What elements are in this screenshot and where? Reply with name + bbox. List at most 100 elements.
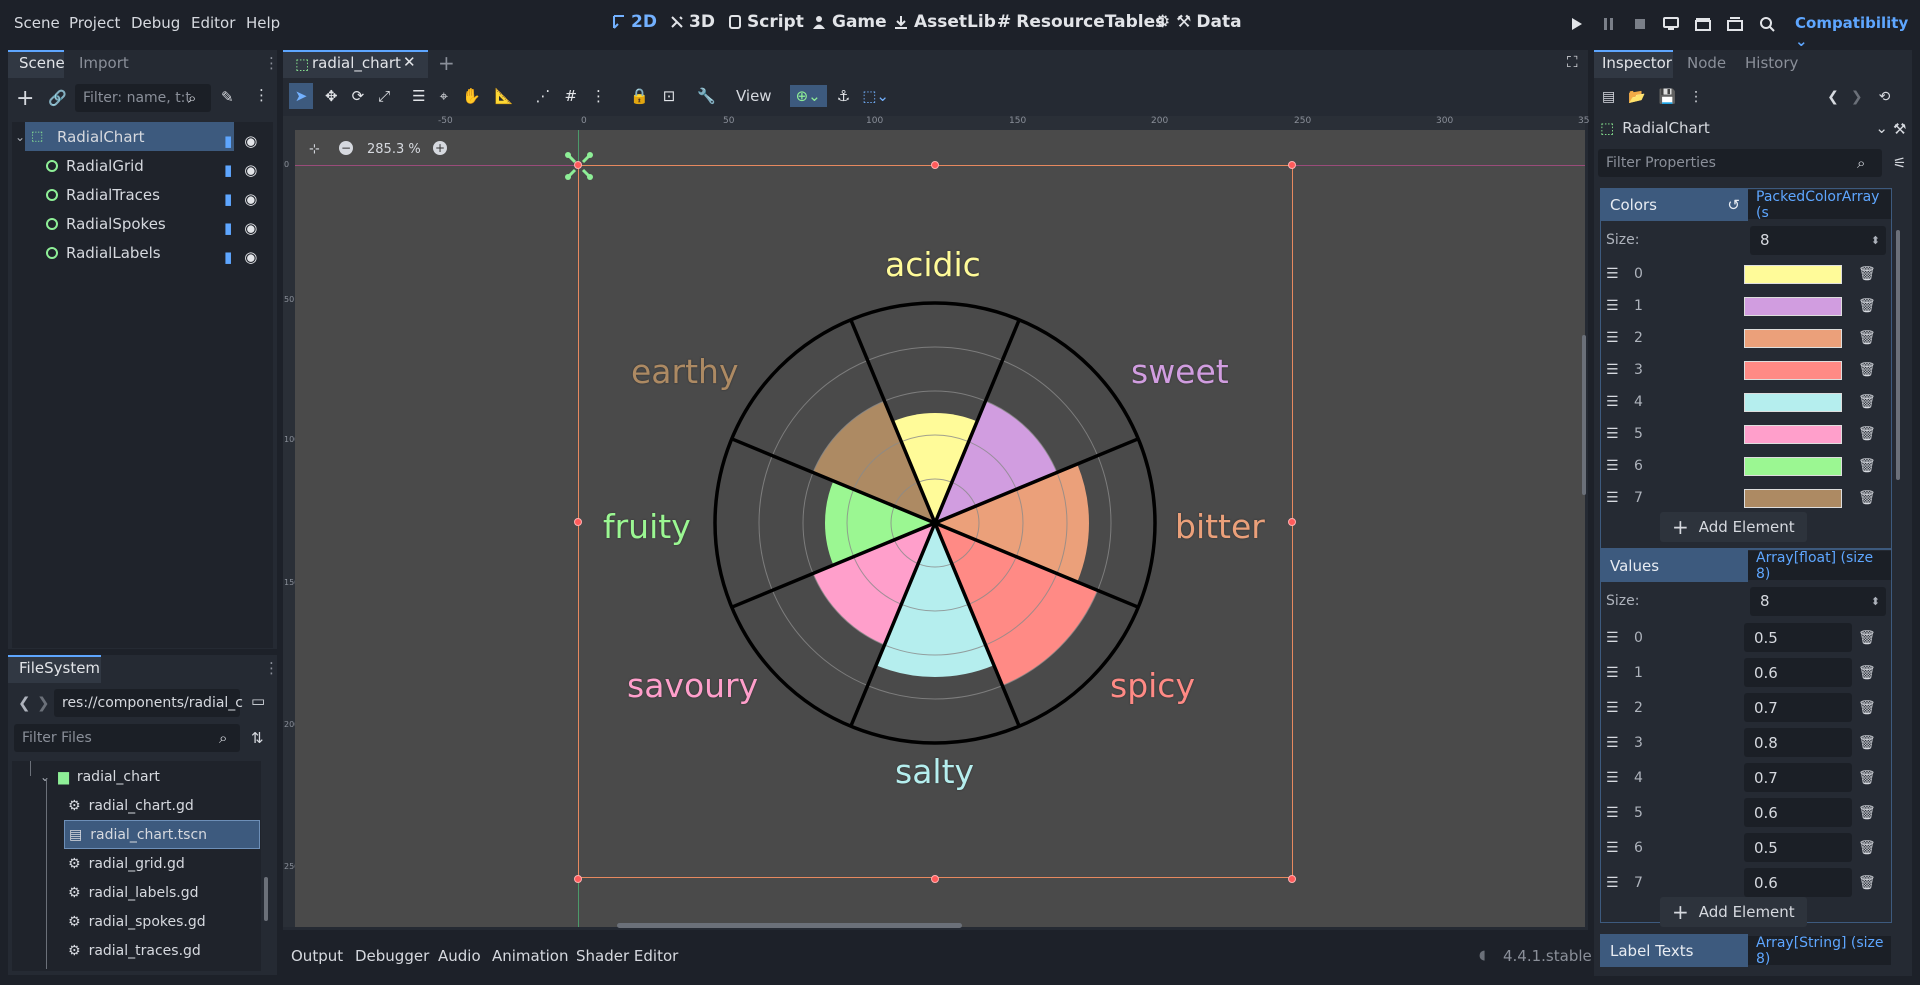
colors-value-link[interactable]: PackedColorArray (s	[1748, 189, 1891, 221]
trash-icon[interactable]: 🗑	[1858, 805, 1876, 821]
tab-node[interactable]: Node	[1687, 54, 1726, 72]
drag-handle-icon[interactable]: ☰	[1606, 805, 1634, 821]
menu-editor[interactable]: Editor	[191, 14, 235, 32]
script-icon[interactable]: ▮	[224, 248, 232, 266]
canvas-hscrollbar[interactable]	[617, 923, 962, 928]
center-view-icon[interactable]: ⊹	[309, 142, 320, 157]
scale-tool-icon[interactable]: ⤢	[378, 87, 390, 105]
expand-arrow-icon[interactable]: ⌄	[15, 130, 25, 144]
resource-options-icon[interactable]: ⋮	[1689, 89, 1703, 105]
filesystem-path-input[interactable]: res://components/radial_c	[54, 689, 243, 717]
file-radial-chart-tscn[interactable]: ▤ radial_chart.tscn	[64, 820, 260, 849]
workspace-resourcetables-button[interactable]: # ResourceTables	[997, 12, 1165, 32]
tab-filesystem[interactable]: FileSystem	[19, 659, 100, 677]
resize-handle-bottom-right[interactable]	[1288, 875, 1296, 883]
menu-project[interactable]: Project	[69, 14, 120, 32]
renderer-selector[interactable]: Compatibility ⌄	[1795, 14, 1920, 50]
drag-handle-icon[interactable]: ☰	[1606, 770, 1634, 786]
workspace-2d-button[interactable]: 2D	[612, 12, 657, 32]
trash-icon[interactable]: 🗑	[1858, 298, 1876, 314]
snap-options-icon[interactable]: ⋮	[591, 87, 606, 105]
canvas-viewport[interactable]: ⊹ − 285.3 % + acidic sweet bitter spicy …	[295, 130, 1585, 927]
back-icon[interactable]: ❮	[18, 694, 31, 712]
anchor-gizmo-icon[interactable]	[563, 150, 595, 182]
revert-icon[interactable]: ↺	[1727, 196, 1740, 214]
drag-handle-icon[interactable]: ☰	[1606, 458, 1634, 474]
value-input[interactable]: 0.5	[1744, 623, 1852, 652]
movie-maker-button[interactable]	[1756, 13, 1778, 35]
save-resource-icon[interactable]: 💾	[1659, 89, 1676, 105]
lock-icon[interactable]: 🔒	[630, 87, 649, 105]
trash-icon[interactable]: 🗑	[1858, 770, 1876, 786]
menu-debug[interactable]: Debug	[131, 14, 180, 32]
trash-icon[interactable]: 🗑	[1858, 490, 1876, 506]
view-menu[interactable]: View	[736, 87, 772, 105]
scene-options-icon[interactable]: ⋮	[254, 86, 269, 104]
colors-add-element-button[interactable]: + Add Element	[1660, 512, 1807, 542]
tab-history[interactable]: History	[1745, 54, 1798, 72]
tab-audio[interactable]: Audio	[438, 947, 481, 965]
sort-icon[interactable]: ⇅	[251, 729, 264, 747]
filesystem-filter-input[interactable]: Filter Files	[14, 724, 240, 752]
value-input[interactable]: 0.7	[1744, 763, 1852, 792]
open-resource-icon[interactable]: 📂	[1628, 89, 1645, 105]
workspace-script-button[interactable]: Script	[728, 12, 804, 32]
values-add-element-button[interactable]: + Add Element	[1660, 897, 1807, 927]
label-texts-value-link[interactable]: Array[String] (size 8)	[1748, 935, 1891, 967]
visibility-icon[interactable]: ◉	[244, 132, 257, 150]
file-radial-traces-gd[interactable]: ⚙ radial_traces.gd	[12, 936, 261, 965]
tab-animation[interactable]: Animation	[492, 947, 568, 965]
color-swatch[interactable]	[1744, 360, 1842, 380]
value-input[interactable]: 0.7	[1744, 693, 1852, 722]
property-sort-icon[interactable]: ⚟	[1893, 154, 1906, 172]
link-icon[interactable]: 🔗	[48, 89, 67, 107]
tab-inspector[interactable]: Inspector	[1602, 54, 1672, 72]
zoom-level[interactable]: 285.3 %	[367, 142, 421, 157]
filesystem-scrollbar[interactable]	[264, 877, 268, 921]
selectable-nodes-icon[interactable]: ☰	[412, 87, 425, 105]
trash-icon[interactable]: 🗑	[1858, 458, 1876, 474]
tab-scene[interactable]: Scene	[19, 54, 65, 72]
zoom-in-icon[interactable]: +	[433, 141, 447, 155]
workspace-3d-button[interactable]: 3D	[670, 12, 715, 32]
value-input[interactable]: 0.6	[1744, 658, 1852, 687]
dock-menu-icon[interactable]: ⋮	[264, 659, 279, 677]
resize-handle-left[interactable]	[574, 518, 582, 526]
visibility-icon[interactable]: ◉	[244, 219, 257, 237]
workspace-data-button[interactable]: ⚙ ⚒ Data	[1155, 12, 1242, 32]
tab-radial-chart[interactable]: radial_chart	[312, 54, 401, 72]
trash-icon[interactable]: 🗑	[1858, 665, 1876, 681]
resize-handle-top-right[interactable]	[1288, 161, 1296, 169]
remote-debug-button[interactable]	[1660, 13, 1682, 35]
container-sizing-icon[interactable]: ⬚⌄	[862, 87, 889, 105]
visibility-icon[interactable]: ◉	[244, 190, 257, 208]
group-icon[interactable]: ⊡	[663, 87, 676, 105]
file-radial-labels-gd[interactable]: ⚙ radial_labels.gd	[12, 878, 261, 907]
inspector-scrollbar[interactable]	[1896, 230, 1900, 480]
drag-handle-icon[interactable]: ☰	[1606, 665, 1634, 681]
folder-radial-chart[interactable]: ⌄ ▆ radial_chart	[12, 762, 261, 791]
trash-icon[interactable]: 🗑	[1858, 426, 1876, 442]
select-tool-icon[interactable]: ➤	[289, 83, 313, 109]
new-resource-icon[interactable]: ▤	[1602, 89, 1615, 105]
color-swatch[interactable]	[1744, 424, 1842, 444]
add-tab-icon[interactable]: +	[438, 51, 455, 75]
drag-handle-icon[interactable]: ☰	[1606, 735, 1634, 751]
update-spinner-icon[interactable]: ◖	[1479, 948, 1486, 963]
resize-handle-right[interactable]	[1288, 518, 1296, 526]
value-input[interactable]: 0.6	[1744, 798, 1852, 827]
value-input[interactable]: 0.8	[1744, 728, 1852, 757]
object-history-icon[interactable]: ⟲	[1879, 89, 1891, 105]
menu-help[interactable]: Help	[246, 14, 280, 32]
trash-icon[interactable]: 🗑	[1858, 735, 1876, 751]
trash-icon[interactable]: 🗑	[1858, 362, 1876, 378]
drag-handle-icon[interactable]: ☰	[1606, 840, 1634, 856]
colors-size-spinbox[interactable]: 8 ⬍	[1750, 225, 1886, 255]
ruler-tool-icon[interactable]: 📐	[495, 87, 514, 105]
script-icon[interactable]: ▮	[224, 219, 232, 237]
trash-icon[interactable]: 🗑	[1858, 330, 1876, 346]
drag-handle-icon[interactable]: ☰	[1606, 426, 1634, 442]
tab-debugger[interactable]: Debugger	[355, 947, 429, 965]
move-tool-icon[interactable]: ✥	[325, 87, 338, 105]
attach-script-icon[interactable]: ✎	[221, 88, 234, 106]
